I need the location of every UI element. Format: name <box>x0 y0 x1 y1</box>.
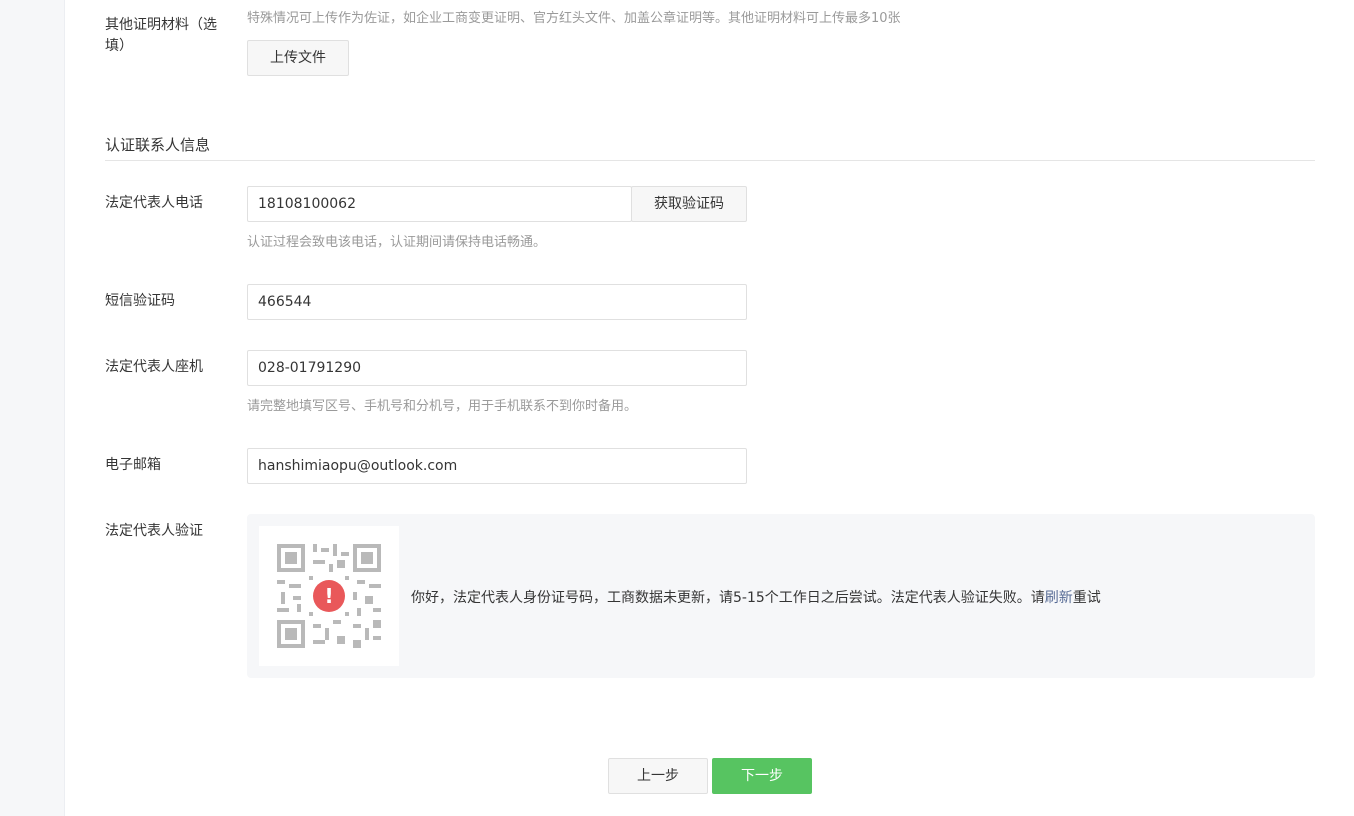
next-step-button[interactable]: 下一步 <box>712 758 812 794</box>
sms-code-input[interactable]: 466544 <box>247 284 747 320</box>
phone-label: 法定代表人电话 <box>105 195 203 211</box>
verification-label: 法定代表人验证 <box>105 523 203 539</box>
section-divider <box>105 160 1315 161</box>
phone-input[interactable]: 18108100062 <box>247 186 632 222</box>
contact-section-title: 认证联系人信息 <box>105 136 211 154</box>
other-materials-label: 其他证明材料（选填） <box>105 17 217 54</box>
phone-tip: 认证过程会致电该电话，认证期间请保持电话畅通。 <box>247 235 547 250</box>
email-label: 电子邮箱 <box>105 457 161 473</box>
main-content: 其他证明材料（选填） 特殊情况可上传作为佐证，如企业工商变更证明、官方红头文件、… <box>65 0 1354 816</box>
verification-message: 你好，法定代表人身份证号码，工商数据未更新，请5-15个工作日之后尝试。法定代表… <box>411 587 1101 607</box>
verification-panel: ! 你好，法定代表人身份证号码，工商数据未更新，请5-15个工作日之后尝试。法定… <box>247 514 1315 678</box>
landline-label: 法定代表人座机 <box>105 359 203 375</box>
prev-step-button[interactable]: 上一步 <box>608 758 708 794</box>
verification-message-suffix: 重试 <box>1072 590 1101 606</box>
get-code-button[interactable]: 获取验证码 <box>631 186 747 222</box>
upload-file-button[interactable]: 上传文件 <box>247 40 349 76</box>
qr-code: ! <box>259 526 399 666</box>
other-materials-tip: 特殊情况可上传作为佐证，如企业工商变更证明、官方红头文件、加盖公章证明等。其他证… <box>247 11 901 26</box>
exclamation-circle-icon: ! <box>313 580 345 612</box>
verification-message-prefix: 你好，法定代表人身份证号码，工商数据未更新，请5-15个工作日之后尝试。法定代表… <box>411 590 1045 606</box>
sidebar <box>0 0 65 816</box>
landline-input[interactable]: 028-01791290 <box>247 350 747 386</box>
landline-tip: 请完整地填写区号、手机号和分机号，用于手机联系不到你时备用。 <box>247 399 638 414</box>
sms-code-label: 短信验证码 <box>105 293 175 309</box>
email-input[interactable]: hanshimiaopu@outlook.com <box>247 448 747 484</box>
refresh-link[interactable]: 刷新 <box>1045 590 1073 606</box>
